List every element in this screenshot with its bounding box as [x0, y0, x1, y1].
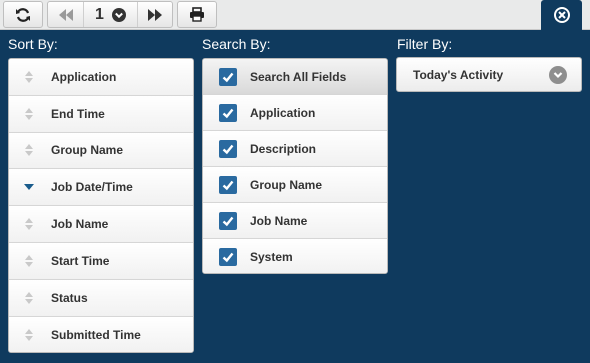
search-field-label: System [250, 250, 293, 264]
search-field-label: Description [250, 141, 317, 156]
search-field-option[interactable]: Application [203, 95, 387, 131]
sort-item[interactable]: End Time [9, 95, 193, 133]
sort-arrows-icon [23, 144, 35, 157]
checkbox[interactable] [219, 175, 237, 194]
checkbox[interactable] [219, 139, 237, 158]
search-field-option[interactable]: Group Name [203, 167, 387, 203]
sort-list: Application End Time Group Name Job Date/Ti… [8, 58, 194, 353]
sort-item[interactable]: Application [9, 59, 193, 96]
refresh-button[interactable] [3, 1, 43, 28]
search-all-fields-option[interactable]: Search All Fields [203, 59, 387, 95]
sort-arrows-icon [23, 70, 35, 83]
page-select[interactable]: 1 [84, 2, 136, 27]
search-field-label: Application [250, 105, 316, 120]
pager: 1 [47, 1, 173, 28]
search-field-option[interactable]: Job Name [203, 203, 387, 239]
page-number: 1 [95, 5, 104, 23]
sort-item[interactable]: Group Name [9, 132, 193, 170]
next-page-button[interactable] [138, 2, 172, 27]
sort-item-label: Group Name [51, 143, 124, 158]
sort-arrows-icon [23, 328, 35, 341]
checkbox[interactable] [219, 103, 237, 122]
checkmark-icon [222, 72, 234, 82]
search-by-heading: Search By: [202, 36, 271, 52]
filter-selected-value: Today's Activity [413, 67, 504, 82]
filter-dropdown[interactable]: Today's Activity [396, 57, 582, 92]
print-button[interactable] [177, 1, 217, 28]
checkmark-icon [222, 216, 234, 226]
toolbar: 1 [0, 0, 590, 30]
previous-page-button[interactable] [48, 2, 83, 27]
search-list: Search All Fields Application Description G… [202, 58, 388, 274]
sort-item-label: End Time [51, 106, 105, 121]
rewind-icon [58, 8, 73, 21]
checkmark-icon [222, 180, 234, 190]
sort-item[interactable]: Submitted Time [9, 316, 193, 352]
search-field-label: Group Name [250, 177, 323, 192]
search-field-label: Search All Fields [250, 69, 347, 84]
checkmark-icon [222, 144, 234, 154]
sort-item-label: Status [51, 290, 88, 305]
print-icon [190, 7, 204, 22]
sort-arrows-icon [23, 184, 35, 191]
sort-arrows-icon [23, 254, 35, 267]
search-field-option[interactable]: System [203, 239, 387, 273]
close-button[interactable] [541, 0, 582, 30]
sort-by-heading: Sort By: [8, 36, 58, 52]
search-field-option[interactable]: Description [203, 131, 387, 167]
checkbox[interactable] [219, 248, 237, 266]
sort-item[interactable]: Job Name [9, 206, 193, 243]
sort-arrows-icon [23, 107, 35, 120]
fast-forward-icon [147, 8, 162, 21]
checkmark-icon [222, 252, 234, 263]
sort-item[interactable]: Status [9, 279, 193, 317]
checkbox[interactable] [219, 211, 237, 230]
sort-item[interactable]: Job Date/Time [9, 169, 193, 207]
sort-item-label: Start Time [51, 253, 110, 268]
search-field-label: Job Name [250, 213, 308, 228]
filter-by-heading: Filter By: [397, 36, 453, 52]
chevron-down-icon [549, 65, 567, 84]
checkmark-icon [222, 108, 234, 118]
checkbox[interactable] [219, 67, 237, 86]
close-icon [553, 7, 570, 23]
chevron-down-icon [111, 7, 126, 22]
sort-item-label: Job Date/Time [51, 180, 133, 195]
sort-arrows-icon [23, 291, 35, 304]
refresh-icon [16, 7, 30, 22]
sort-item[interactable]: Start Time [9, 242, 193, 280]
sort-arrows-icon [23, 218, 35, 231]
sort-item-label: Submitted Time [51, 327, 141, 342]
sort-item-label: Application [51, 69, 117, 84]
sort-item-label: Job Name [51, 217, 109, 232]
